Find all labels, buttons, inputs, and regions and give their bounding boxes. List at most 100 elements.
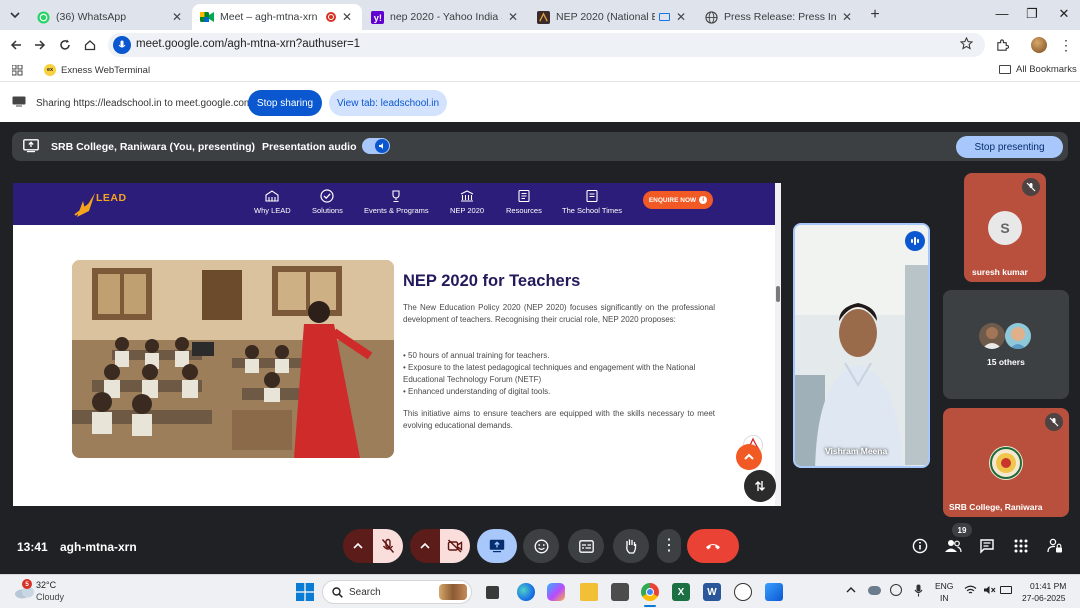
bookmark-exness[interactable]: ex Exness WebTerminal [44,64,150,76]
tab-yahoo[interactable]: y! nep 2020 - Yahoo India Search ✕ [362,4,528,30]
tray-overflow-icon[interactable] [846,585,856,595]
wifi-icon[interactable] [964,585,977,595]
all-bookmarks-button[interactable]: All Bookmarks [999,64,1077,75]
bullet-text: Enhanced understanding of digital tools. [408,387,551,396]
restore-button[interactable]: ❐ [1022,6,1042,22]
file-explorer-icon[interactable] [580,583,598,601]
excel-icon[interactable]: X [672,583,690,601]
start-button[interactable] [296,583,314,601]
presentation-audio-toggle[interactable] [362,138,390,154]
reload-icon [60,39,70,50]
tab-whatsapp[interactable]: (36) WhatsApp ✕ [28,4,192,30]
home-button[interactable] [81,36,99,54]
tab-title: Meet – agh-mtna-xrn [220,11,318,23]
lead-logo[interactable]: LEAD [73,189,129,221]
apps-grid-icon[interactable] [12,65,23,76]
page-scrollbar[interactable] [775,183,781,506]
edge-icon[interactable] [517,583,535,601]
weather-widget[interactable]: 5 32°C Cloudy [10,579,80,605]
participant-tile-suresh[interactable]: S suresh kumar [964,173,1046,282]
chrome-icon[interactable] [641,583,659,601]
bookmark-star-icon[interactable] [960,37,973,50]
tab-press-release[interactable]: Press Release: Press Informatio ✕ [696,4,862,30]
tray-clock[interactable]: 01:41 PM [1030,581,1066,591]
battery-icon[interactable] [1000,586,1012,594]
back-button[interactable] [7,36,25,54]
close-tab-icon[interactable]: ✕ [170,10,184,24]
weather-desc: Cloudy [36,592,65,602]
menu-kebab-icon[interactable]: ⋮ [1059,36,1073,54]
taskbar-search[interactable]: Search [322,580,472,604]
tab-title: Press Release: Press Informatio [724,11,836,23]
video-options-button[interactable] [410,529,440,563]
volume-muted-icon[interactable] [983,585,996,595]
present-button[interactable] [477,529,517,563]
bookmarks-bar: ex Exness WebTerminal All Bookmarks [0,60,1080,82]
activities-button[interactable] [1010,535,1032,557]
stop-presenting-button[interactable]: Stop presenting [956,136,1063,158]
forward-button[interactable] [31,36,49,54]
captions-button[interactable] [568,529,604,563]
close-window-button[interactable]: ✕ [1054,6,1074,22]
participant-tile-vishram[interactable]: Vishram Meena [793,223,930,468]
word-icon[interactable]: W [703,583,721,601]
extensions-button[interactable] [993,36,1011,54]
institution-icon [460,190,474,202]
scroll-toggle-button[interactable] [744,470,776,502]
calculator-icon[interactable] [611,583,629,601]
emoji-button[interactable] [523,529,559,563]
address-bar[interactable]: meet.google.com/agh-mtna-xrn?authuser=1 [108,33,985,57]
view-tab-button[interactable]: View tab: leadschool.in [329,90,447,116]
meeting-details-button[interactable] [909,535,931,557]
more-options-button[interactable]: ⋮ [657,529,681,563]
mic-off-icon [1045,413,1063,431]
logo-text: LEAD [96,192,127,204]
participant-tile-srb[interactable]: SRB College, Raniwara [943,408,1069,517]
snipping-tool-icon[interactable] [765,583,783,601]
nav-school-times[interactable]: The School Times [562,189,622,215]
building-icon [265,190,279,202]
tab-meet[interactable]: Meet – agh-mtna-xrn ✕ [192,4,362,30]
audio-options-button[interactable] [343,529,373,563]
copilot-icon[interactable] [547,583,565,601]
weather-alert-badge: 5 [22,579,32,589]
tray-date[interactable]: 27-06-2025 [1022,593,1065,603]
app-icon[interactable] [734,583,752,601]
close-tab-icon[interactable]: ✕ [674,10,688,24]
language-eng[interactable]: ENG [935,581,953,591]
scroll-top-button[interactable] [736,444,762,470]
nav-why-lead[interactable]: Why LEAD [254,189,291,215]
tab-strip: (36) WhatsApp ✕ Meet – agh-mtna-xrn ✕ y!… [0,0,1080,30]
raise-hand-button[interactable] [613,529,649,563]
task-view-icon[interactable] [486,586,499,599]
sync-icon[interactable] [890,584,902,596]
taskbar: 5 32°C Cloudy Search X W ENG IN 01:41 PM [0,574,1080,608]
close-tab-icon[interactable]: ✕ [340,10,354,24]
reload-button[interactable] [56,36,74,54]
stop-sharing-button[interactable]: Stop sharing [248,90,322,116]
tab-search-button[interactable] [6,6,24,24]
nav-resources[interactable]: Resources [506,189,542,215]
close-tab-icon[interactable]: ✕ [506,10,520,24]
microphone-icon[interactable] [914,584,923,597]
people-button[interactable] [942,535,964,557]
profile-avatar[interactable] [1031,37,1047,53]
chrome-active-indicator [644,605,656,607]
leave-call-button[interactable] [687,529,739,563]
enquire-now-button[interactable]: ENQUIRE NOW i [643,191,713,209]
tab-nep[interactable]: NEP 2020 (National Educatio ✕ [528,4,696,30]
nav-nep-2020[interactable]: NEP 2020 [450,189,484,215]
scrollbar-thumb[interactable] [776,286,780,302]
new-tab-button[interactable]: + [866,7,884,25]
minimize-button[interactable]: — [992,6,1012,21]
language-in[interactable]: IN [940,593,949,603]
nav-solutions[interactable]: Solutions [312,189,343,215]
close-tab-icon[interactable]: ✕ [840,10,854,24]
nav-events[interactable]: Events & Programs [364,189,429,215]
avatar: S [988,211,1022,245]
onedrive-icon[interactable] [868,586,881,595]
presentation-bar: SRB College, Raniwara (You, presenting) … [12,132,1068,161]
chat-button[interactable] [976,535,998,557]
host-controls-button[interactable] [1044,535,1066,557]
participant-tile-others[interactable]: 15 others [943,290,1069,399]
